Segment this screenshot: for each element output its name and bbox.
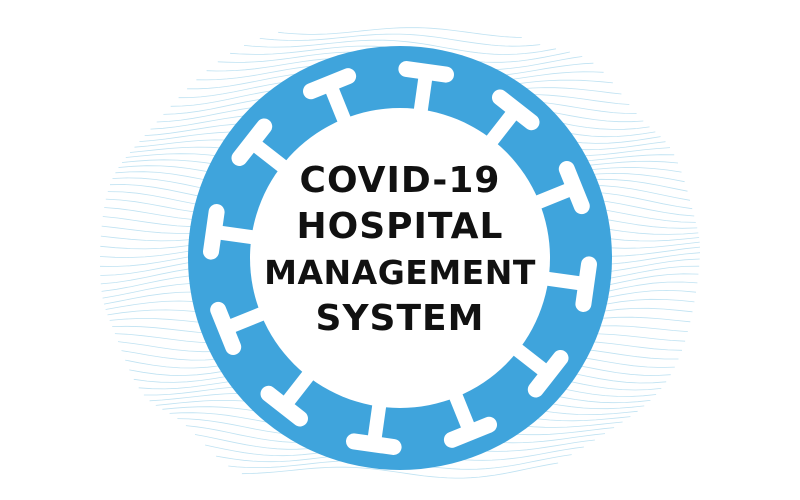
- title-line-2: HOSPITAL: [296, 206, 504, 247]
- background-wave-line: [278, 27, 522, 38]
- title-line-1: COVID-19: [299, 160, 501, 201]
- virus-spike-cap: [346, 433, 402, 455]
- title-line-3: MANAGEMENT: [264, 253, 536, 292]
- virus-spike-cap: [203, 204, 225, 260]
- logo-graphic: COVID-19 HOSPITAL MANAGEMENT SYSTEM: [0, 0, 800, 500]
- title-line-4: SYSTEM: [315, 298, 485, 339]
- virus-spike-cap: [575, 256, 597, 312]
- app-title: COVID-19 HOSPITAL MANAGEMENT SYSTEM: [250, 158, 550, 342]
- virus-spike-cap: [398, 61, 454, 83]
